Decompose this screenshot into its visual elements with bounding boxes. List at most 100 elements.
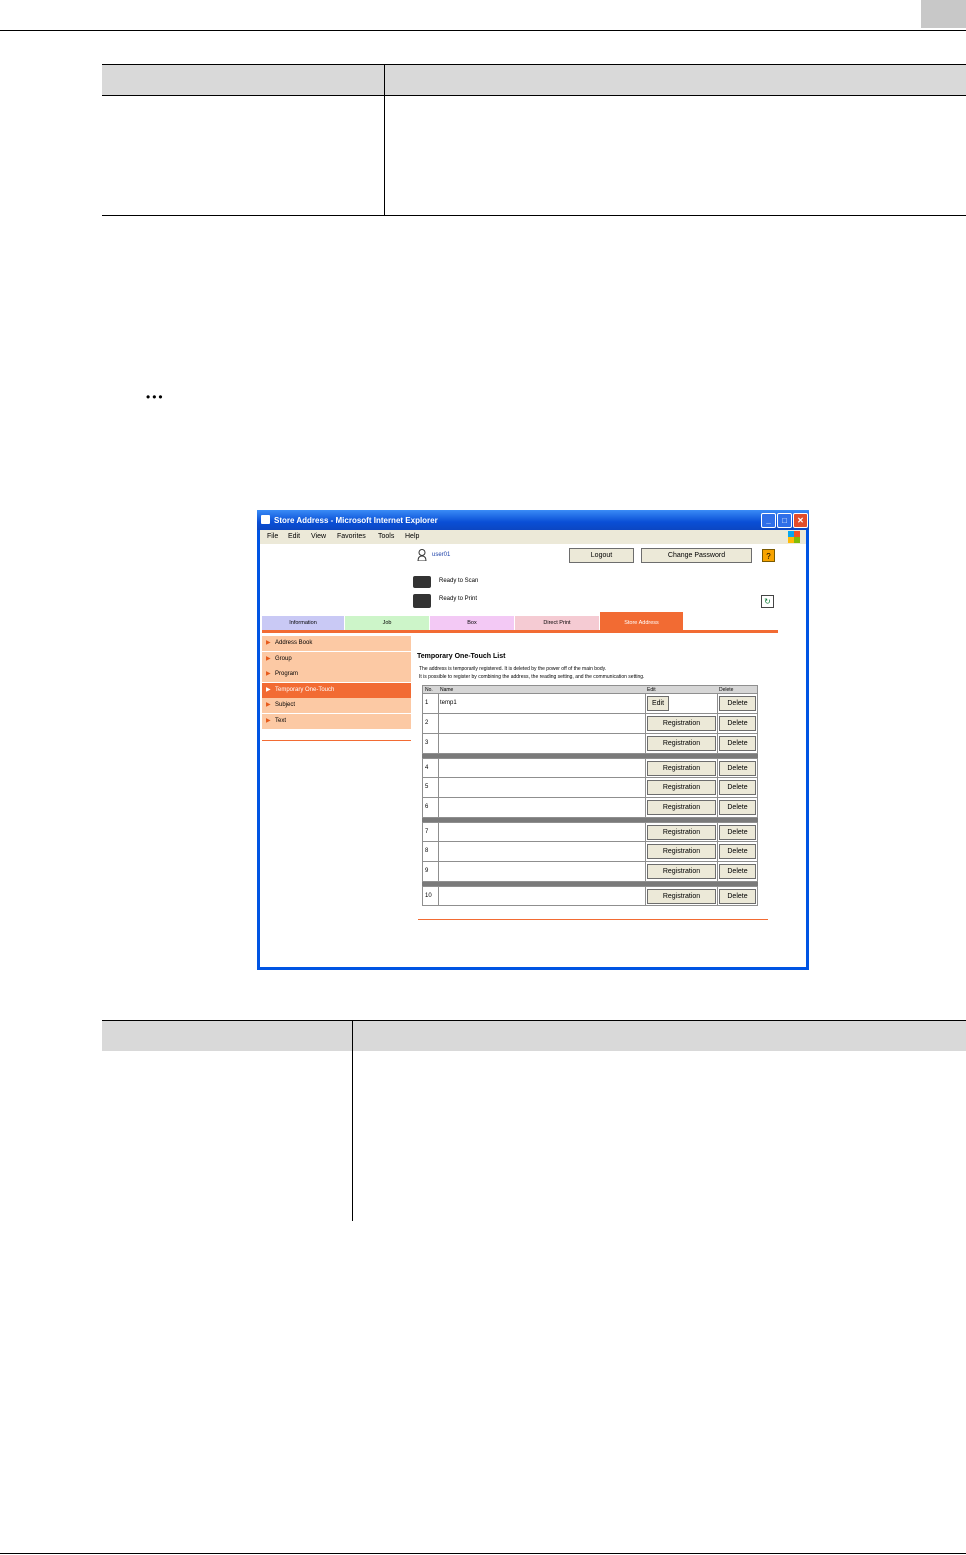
content-bottom-rule xyxy=(418,919,768,920)
sidebar-item-subject[interactable]: ▶ Subject xyxy=(262,698,411,713)
sidebar-item-label: Temporary One-Touch xyxy=(275,686,335,693)
maximize-button[interactable]: □ xyxy=(777,513,792,528)
printer-icon xyxy=(413,594,431,608)
arrow-icon: ▶ xyxy=(266,702,271,708)
row-number: 4 xyxy=(425,765,429,771)
ie-icon xyxy=(261,515,270,524)
footer-rule xyxy=(0,1553,966,1554)
scan-status: Ready to Scan xyxy=(439,578,479,584)
delete-button[interactable]: Delete xyxy=(719,696,756,711)
tab-box[interactable]: Box xyxy=(430,616,514,630)
tab-direct-print[interactable]: Direct Print xyxy=(515,616,599,630)
row-number: 3 xyxy=(425,740,429,746)
row-number: 10 xyxy=(425,893,432,899)
row-number: 9 xyxy=(425,868,429,874)
sidebar-item-address-book[interactable]: ▶ Address Book xyxy=(262,636,411,651)
menu-favorites[interactable]: Favorites xyxy=(337,533,366,540)
table-row: 3 Registration Delete xyxy=(422,734,758,754)
tab-job[interactable]: Job xyxy=(345,616,429,630)
col-no: No. xyxy=(425,687,433,693)
close-button[interactable]: ✕ xyxy=(793,513,808,528)
col-edit: Edit xyxy=(647,687,656,693)
row-number: 5 xyxy=(425,784,429,790)
user-name[interactable]: user01 xyxy=(432,552,450,558)
arrow-icon: ▶ xyxy=(266,671,271,677)
sidebar-item-text[interactable]: ▶ Text xyxy=(262,713,411,729)
registration-button[interactable]: Registration xyxy=(647,800,716,815)
menu-tools[interactable]: Tools xyxy=(378,533,394,540)
sidebar-item-label: Program xyxy=(275,671,299,677)
table-row: 6 Registration Delete xyxy=(422,798,758,818)
delete-button[interactable]: Delete xyxy=(719,825,756,840)
registration-button[interactable]: Registration xyxy=(647,716,716,731)
logout-button[interactable]: Logout xyxy=(569,548,634,563)
tab-information[interactable]: Information xyxy=(262,616,344,630)
delete-button[interactable]: Delete xyxy=(719,761,756,776)
bottom-table xyxy=(102,1020,966,1221)
arrow-icon: ▶ xyxy=(266,717,271,724)
sidebar-item-label: Group xyxy=(275,655,292,662)
table-header: No. Name Edit Delete xyxy=(422,685,758,694)
arrow-icon: ▶ xyxy=(266,655,271,662)
refresh-icon[interactable]: ↻ xyxy=(761,595,774,608)
row-number: 7 xyxy=(425,829,429,835)
page-number-box xyxy=(921,0,966,28)
menu-bar: File Edit View Favorites Tools Help xyxy=(260,530,806,544)
help-icon[interactable]: ? xyxy=(762,549,775,562)
change-password-button[interactable]: Change Password xyxy=(641,548,752,563)
table-row: 2 Registration Delete xyxy=(422,714,758,734)
menu-view[interactable]: View xyxy=(311,533,326,540)
sidebar-item-label: Subject xyxy=(275,702,296,708)
delete-button[interactable]: Delete xyxy=(719,736,756,751)
tab-store-address[interactable]: Store Address xyxy=(600,612,683,630)
row-number: 8 xyxy=(425,848,429,854)
registration-button[interactable]: Registration xyxy=(647,864,716,879)
table-row: 5 Registration Delete xyxy=(422,778,758,798)
table-row: 4 Registration Delete xyxy=(422,758,758,778)
one-touch-table: No. Name Edit Delete 1 temp1 Edit Delete… xyxy=(422,685,758,906)
scanner-icon xyxy=(413,576,431,588)
title-bar: Store Address - Microsoft Internet Explo… xyxy=(257,510,809,530)
sidebar-item-label: Address Book xyxy=(275,640,313,646)
registration-button[interactable]: Registration xyxy=(647,780,716,795)
menu-edit[interactable]: Edit xyxy=(288,533,300,540)
minimize-button[interactable]: _ xyxy=(761,513,776,528)
description-line-1: The address is temporarily registered. I… xyxy=(419,666,607,672)
row-number: 2 xyxy=(425,720,429,726)
page-title: Temporary One-Touch List xyxy=(417,653,506,660)
arrow-icon: ▶ xyxy=(266,686,271,693)
table-row: 8 Registration Delete xyxy=(422,842,758,862)
sidebar-item-program[interactable]: ▶ Program xyxy=(262,667,411,682)
sidebar-item-temporary-one-touch[interactable]: ▶ Temporary One-Touch xyxy=(262,682,411,698)
row-number: 6 xyxy=(425,804,429,810)
delete-button[interactable]: Delete xyxy=(719,716,756,731)
sidebar-item-group[interactable]: ▶ Group xyxy=(262,651,411,667)
arrow-icon: ▶ xyxy=(266,640,271,646)
windows-logo-icon xyxy=(788,531,800,543)
registration-button[interactable]: Registration xyxy=(647,844,716,859)
description-line-2: It is possible to register by combining … xyxy=(419,674,645,680)
registration-button[interactable]: Registration xyxy=(647,825,716,840)
registration-button[interactable]: Registration xyxy=(647,889,716,904)
sidebar-rule xyxy=(262,740,411,741)
browser-window: Store Address - Microsoft Internet Explo… xyxy=(257,510,809,970)
table-row: 7 Registration Delete xyxy=(422,822,758,842)
delete-button[interactable]: Delete xyxy=(719,889,756,904)
user-icon xyxy=(417,549,427,561)
registration-button[interactable]: Registration xyxy=(647,761,716,776)
registration-button[interactable]: Registration xyxy=(647,736,716,751)
sidebar-item-label: Text xyxy=(275,717,287,724)
sidebar: ▶ Address Book ▶ Group ▶ Program ▶ Temporary… xyxy=(262,636,411,729)
continuation-dots: ••• xyxy=(146,390,165,404)
tab-underline xyxy=(262,630,778,633)
table-row: 1 temp1 Edit Delete xyxy=(422,694,758,714)
delete-button[interactable]: Delete xyxy=(719,864,756,879)
menu-file[interactable]: File xyxy=(267,533,278,540)
delete-button[interactable]: Delete xyxy=(719,780,756,795)
edit-button[interactable]: Edit xyxy=(647,696,669,711)
col-delete: Delete xyxy=(719,687,734,693)
top-table xyxy=(102,64,966,216)
delete-button[interactable]: Delete xyxy=(719,800,756,815)
menu-help[interactable]: Help xyxy=(405,533,419,540)
delete-button[interactable]: Delete xyxy=(719,844,756,859)
